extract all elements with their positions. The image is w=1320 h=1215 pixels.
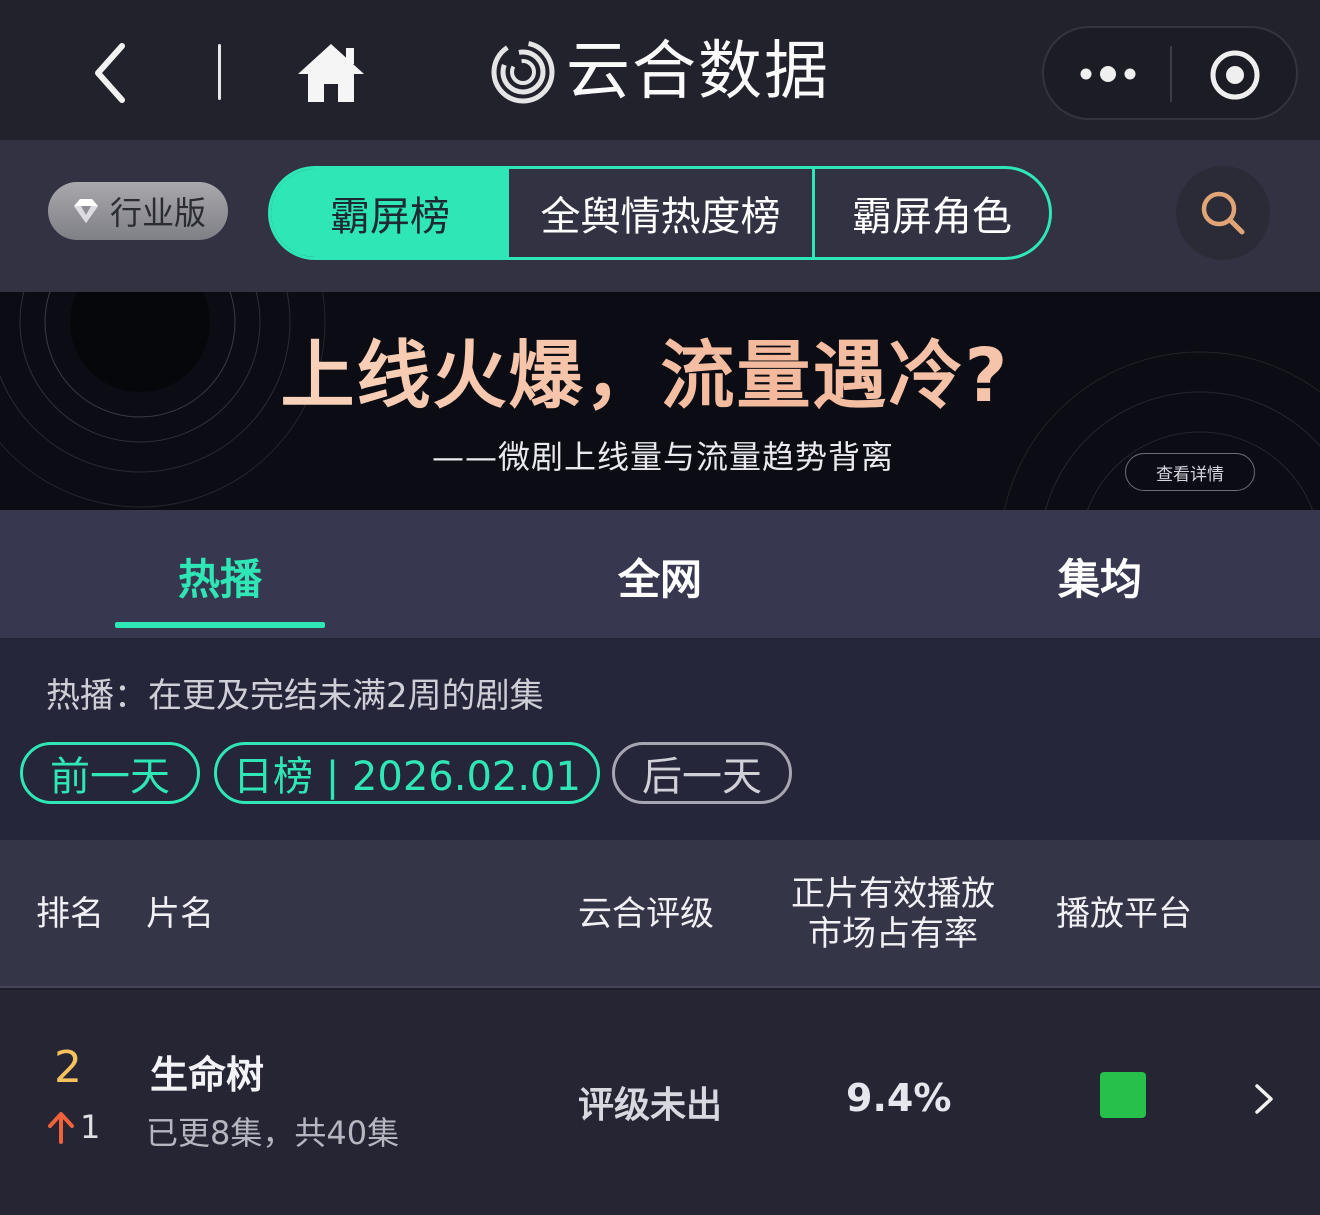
- yunhe-logo-icon: [491, 40, 555, 104]
- industry-edition-badge[interactable]: 行业版: [48, 182, 228, 240]
- next-day-button[interactable]: 后一天: [612, 742, 792, 804]
- mini-program-capsule: [1042, 26, 1298, 120]
- column-header-market-share-line1: 正片有效播放: [791, 874, 995, 914]
- column-header-market-share-line2: 市场占有率: [808, 914, 978, 954]
- app-title: 云合数据: [566, 35, 830, 109]
- filter-section: 热播：在更及完结未满2周的剧集 前一天 日榜 | 2026.02.01 后一天: [0, 638, 1320, 840]
- chevron-right-icon[interactable]: [1252, 1082, 1276, 1116]
- green-platform-icon: [1100, 1072, 1146, 1118]
- table-header: 排名 片名 云合评级 正片有效播放 市场占有率 播放平台: [0, 840, 1320, 988]
- episode-progress: 已更8集，共40集: [146, 1114, 400, 1152]
- ranking-segmented-control: 霸屏榜 全舆情热度榜 霸屏角色: [268, 166, 1052, 260]
- banner-view-details-button[interactable]: 查看详情: [1125, 453, 1255, 491]
- hot-definition-text: 热播：在更及完结未满2周的剧集: [46, 676, 544, 716]
- rank-change-value: 1: [80, 1108, 101, 1146]
- chart-tabs: 热播 全网 集均: [0, 510, 1320, 638]
- more-options-icon[interactable]: [1074, 54, 1142, 94]
- close-target-icon[interactable]: [1208, 48, 1262, 102]
- nav-divider: [218, 44, 221, 100]
- rank-change: 1: [46, 1108, 100, 1146]
- banner-title: 上线火爆，流量遇冷?: [0, 328, 1290, 424]
- market-share-value: 9.4%: [846, 1076, 952, 1120]
- date-selector[interactable]: 日榜 | 2026.02.01: [214, 742, 600, 804]
- column-header-title: 片名: [146, 894, 214, 934]
- column-header-rank: 排名: [36, 894, 104, 934]
- banner-subtitle: ——微剧上线量与流量趋势背离: [432, 438, 895, 476]
- rank-number: 2: [54, 1042, 82, 1093]
- industry-edition-label: 行业版: [109, 194, 206, 232]
- search-icon: [1201, 191, 1245, 235]
- tab-hot[interactable]: 热播: [110, 546, 330, 607]
- previous-day-button[interactable]: 前一天: [20, 742, 200, 804]
- page: 云合数据 行业版 霸屏榜 全舆情热度榜 霸屏角色 上线火爆，流量遇冷? ——微剧…: [0, 0, 1320, 1215]
- capsule-divider: [1170, 46, 1172, 102]
- table-row[interactable]: 2 1 生命树 已更8集，共40集 评级未出 9.4%: [0, 990, 1320, 1215]
- home-icon[interactable]: [296, 40, 366, 104]
- column-header-market-share: 正片有效播放 市场占有率: [778, 874, 1008, 954]
- rank-up-arrow-icon: [48, 1112, 74, 1144]
- diamond-icon: [73, 199, 98, 223]
- tab-per-episode[interactable]: 集均: [990, 546, 1210, 607]
- segment-yuqing-heat[interactable]: 全舆情热度榜: [509, 169, 815, 257]
- column-header-rating: 云合评级: [578, 894, 714, 934]
- tab-all-network[interactable]: 全网: [550, 546, 770, 607]
- segment-baping-roles[interactable]: 霸屏角色: [815, 169, 1049, 257]
- promo-banner[interactable]: 上线火爆，流量遇冷? ——微剧上线量与流量趋势背离 查看详情: [0, 292, 1320, 510]
- search-button[interactable]: [1176, 166, 1270, 260]
- brand: 云合数据: [490, 36, 830, 108]
- column-header-platform: 播放平台: [1056, 894, 1192, 934]
- rating-value: 评级未出: [578, 1085, 723, 1126]
- segment-bapingbang[interactable]: 霸屏榜: [271, 169, 509, 257]
- top-nav-bar: 云合数据: [0, 0, 1320, 140]
- active-tab-indicator: [115, 622, 325, 628]
- drama-title[interactable]: 生命树: [150, 1044, 264, 1099]
- back-arrow-icon[interactable]: [86, 40, 136, 106]
